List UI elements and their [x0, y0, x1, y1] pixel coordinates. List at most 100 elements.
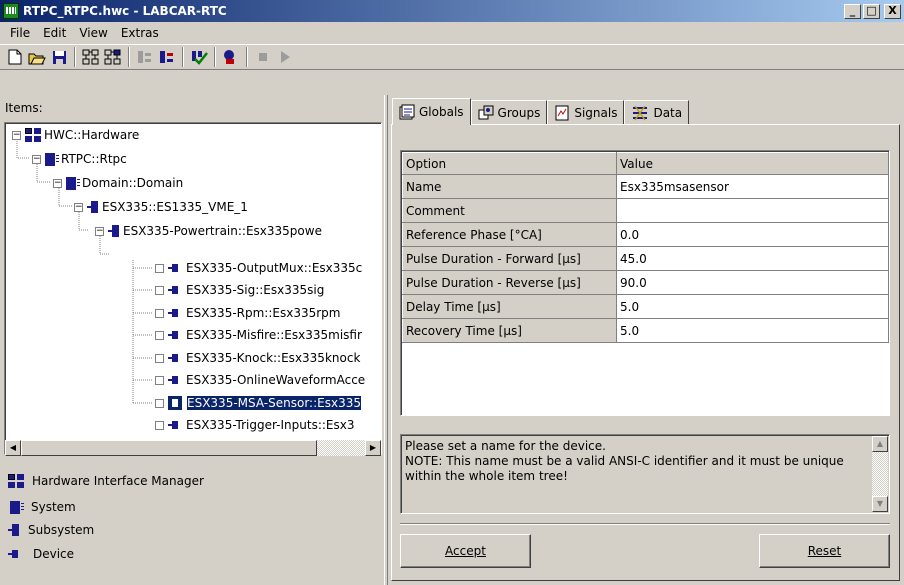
menu-file[interactable]: File [4, 26, 37, 40]
tree-node-es1335[interactable]: − ESX335::ES1335_VME_1 [74, 198, 248, 216]
tree-node-label: ESX335-Rpm::Esx335rpm [186, 306, 341, 320]
tree-horizontal-scrollbar[interactable]: ◀ ▶ [5, 440, 381, 456]
item-tree[interactable]: − HWC::Hardware − RTPC::Rtpc − Domain::D… [4, 122, 382, 455]
accept-button[interactable]: Accept [400, 534, 531, 568]
tree-node-device[interactable]: ESX335-OutputMux::Esx335c [155, 259, 362, 277]
legend-item: Subsystem [8, 523, 94, 537]
system-icon [66, 176, 80, 190]
tree-node-label: ESX335-Misfire::Esx335misfir [186, 328, 362, 342]
table-row[interactable]: Reference Phase [°CA] 0.0 [402, 222, 889, 247]
panel-splitter[interactable] [384, 95, 388, 585]
tree-node-device[interactable]: ESX335-OnlineWaveformAcce [155, 371, 365, 389]
tree-node-device-selected[interactable]: ESX335-MSA-Sensor::Esx335 [155, 394, 362, 412]
save-icon[interactable] [48, 46, 70, 68]
leaf-box-icon [155, 285, 164, 295]
hint-box: Please set a name for the device. NOTE: … [400, 434, 890, 514]
minimize-button[interactable]: _ [844, 3, 861, 19]
value-cell[interactable]: Esx335msasensor [616, 174, 889, 199]
toolbar-separator [214, 47, 216, 67]
move-item-icon[interactable] [156, 46, 178, 68]
menu-extras[interactable]: Extras [115, 26, 166, 40]
device-icon [168, 331, 179, 339]
check-icon[interactable] [188, 46, 210, 68]
tree-node-device[interactable]: ESX335-Rpm::Esx335rpm [155, 304, 340, 322]
tree-node-label: RTPC::Rtpc [61, 152, 127, 166]
subsystem-icon [8, 524, 20, 536]
scroll-left-icon[interactable]: ◀ [5, 440, 21, 456]
tab-label: Signals [574, 105, 618, 120]
tree-node-hwc[interactable]: − HWC::Hardware [12, 126, 139, 144]
open-folder-icon[interactable] [26, 46, 48, 68]
add-system-icon[interactable] [80, 46, 102, 68]
table-row[interactable]: Pulse Duration - Reverse [µs] 90.0 [402, 270, 889, 295]
value-cell[interactable]: 5.0 [616, 294, 889, 319]
leaf-box-icon [155, 263, 164, 273]
legend-label: Subsystem [28, 523, 95, 537]
device-icon [168, 354, 179, 362]
table-row[interactable]: Comment [402, 198, 889, 223]
new-document-icon[interactable] [4, 46, 26, 68]
tab-groups[interactable]: Groups [470, 100, 548, 124]
device-icon [168, 264, 179, 272]
tree-node-domain[interactable]: − Domain::Domain [53, 174, 183, 192]
column-header-value[interactable]: Value [616, 152, 889, 175]
tree-node-device[interactable]: ESX335-Knock::Esx335knock [155, 349, 360, 367]
toolbar-separator [128, 47, 130, 67]
table-row[interactable]: Recovery Time [µs] 5.0 [402, 318, 889, 343]
tree-node-powertrain[interactable]: − ESX335-Powertrain::Esx335powe [95, 222, 322, 240]
tab-strip: Globals Groups Signals Data [392, 98, 690, 125]
option-cell: Pulse Duration - Reverse [µs] [402, 270, 617, 295]
option-cell: Delay Time [µs] [402, 294, 617, 319]
toolbar [0, 44, 904, 70]
connect-icon[interactable] [220, 46, 242, 68]
hint-vertical-scrollbar[interactable]: ▲ ▼ [872, 436, 888, 512]
hint-line: Please set a name for the device. [405, 439, 606, 453]
table-row[interactable]: Name Esx335msasensor [402, 174, 889, 199]
value-cell[interactable]: 45.0 [616, 246, 889, 271]
tree-node-rtpc[interactable]: − RTPC::Rtpc [32, 150, 127, 168]
items-label: Items: [5, 101, 43, 115]
close-button[interactable]: X [884, 3, 901, 19]
tree-node-device[interactable]: ESX335-Sig::Esx335sig [155, 281, 324, 299]
groups-icon [478, 105, 494, 119]
reset-button[interactable]: Reset [759, 534, 890, 568]
stop-icon[interactable] [252, 46, 274, 68]
menu-bar: File Edit View Extras [0, 23, 904, 43]
subsystem-icon [108, 225, 120, 237]
maximize-button[interactable]: □ [863, 3, 880, 19]
remove-item-icon[interactable] [134, 46, 156, 68]
tab-data[interactable]: Data [624, 100, 690, 124]
globals-icon [399, 104, 415, 120]
menu-view[interactable]: View [73, 26, 114, 40]
scroll-up-icon[interactable]: ▲ [872, 436, 888, 452]
options-grid[interactable]: Option Value Name Esx335msasensor Commen… [400, 150, 890, 416]
run-icon[interactable] [274, 46, 296, 68]
tree-node-device[interactable]: ESX335-Misfire::Esx335misfir [155, 326, 362, 344]
menu-edit[interactable]: Edit [37, 26, 73, 40]
tree-node-label: ESX335-Trigger-Inputs::Esx3 [186, 418, 355, 432]
scroll-thumb[interactable] [21, 440, 317, 456]
tab-globals[interactable]: Globals [392, 98, 471, 125]
collapse-icon[interactable]: − [53, 178, 62, 188]
collapse-icon[interactable]: − [32, 154, 41, 164]
leaf-box-icon [155, 330, 164, 340]
value-cell[interactable]: 90.0 [616, 270, 889, 295]
toolbar-separator [246, 47, 248, 67]
value-cell[interactable]: 5.0 [616, 318, 889, 343]
value-cell[interactable] [616, 198, 889, 223]
collapse-icon[interactable]: − [74, 202, 83, 212]
table-row[interactable]: Delay Time [µs] 5.0 [402, 294, 889, 319]
tab-label: Groups [497, 105, 541, 120]
tree-node-label: ESX335-MSA-Sensor::Esx335 [186, 395, 362, 411]
value-cell[interactable]: 0.0 [616, 222, 889, 247]
scroll-right-icon[interactable]: ▶ [365, 440, 381, 456]
table-row[interactable]: Pulse Duration - Forward [µs] 45.0 [402, 246, 889, 271]
collapse-icon[interactable]: − [95, 226, 104, 236]
add-subsystem-icon[interactable] [102, 46, 124, 68]
toolbar-separator [182, 47, 184, 67]
collapse-icon[interactable]: − [12, 130, 21, 140]
column-header-option[interactable]: Option [402, 152, 617, 175]
tab-signals[interactable]: Signals [547, 100, 625, 124]
scroll-down-icon[interactable]: ▼ [872, 496, 888, 512]
tree-node-device[interactable]: ESX335-Trigger-Inputs::Esx3 [155, 416, 354, 434]
